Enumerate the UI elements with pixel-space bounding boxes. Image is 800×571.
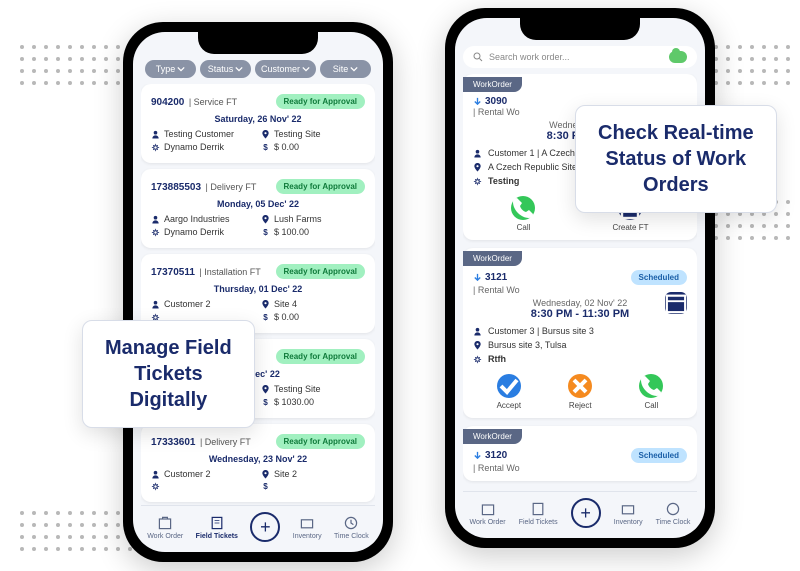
customer: Aargo Industries (151, 214, 255, 224)
ticket-date: Saturday, 26 Nov' 22 (151, 114, 365, 124)
nav-workorder[interactable]: Work Order (470, 501, 506, 526)
workorder-id: 3120 (473, 450, 507, 461)
bottom-nav: Work Order Field Tickets + Inventory Tim… (463, 491, 697, 530)
svg-text:$: $ (263, 313, 268, 322)
callout-right: Check Real-time Status of Work Orders (575, 105, 777, 213)
filter-site[interactable]: Site (320, 60, 371, 78)
site: Testing Site (261, 384, 365, 394)
amount: $$ 100.00 (261, 227, 365, 237)
dots-decor (20, 45, 132, 85)
customer: Customer 3 | Bursus site 3 (463, 324, 697, 338)
ticket-id: 17370511 (151, 267, 195, 278)
nav-fieldtickets[interactable]: Field Tickets (519, 501, 558, 526)
workorder-date: Wednesday, 02 Nov' 22 (463, 295, 697, 308)
customer: Customer 2 (151, 469, 255, 479)
ticket-date: Thursday, 01 Dec' 22 (151, 284, 365, 294)
nav-add[interactable]: + (250, 512, 280, 542)
workorder-time: 8:30 PM - 11:30 PM (463, 308, 697, 324)
svg-text:$: $ (263, 482, 268, 491)
user: Dynamo Derrik (151, 227, 255, 237)
workorder-tag: WorkOrder (463, 251, 522, 266)
site: Site 4 (261, 299, 365, 309)
workorder-subtype: | Rental Wo (463, 463, 697, 473)
notch (520, 18, 640, 40)
workorder-tag: WorkOrder (463, 429, 522, 444)
workorder-card[interactable]: WorkOrder 3120 Scheduled | Rental Wo (463, 426, 697, 481)
nav-fieldtickets[interactable]: Field Tickets (196, 515, 238, 540)
nav-timeclock[interactable]: Time Clock (656, 501, 691, 526)
calendar-icon[interactable] (665, 292, 687, 314)
callout-text: Manage Field Tickets Digitally (105, 335, 232, 413)
status-badge: Scheduled (631, 448, 687, 463)
ticket-card[interactable]: 17333601 | Delivery FTReady for Approval… (141, 424, 375, 502)
svg-text:$: $ (263, 228, 268, 237)
amount: $$ 0.00 (261, 312, 365, 322)
ticket-list: 904200 | Service FTReady for Approval Sa… (141, 84, 375, 505)
call-button[interactable]: Call (511, 196, 535, 232)
nav-inventory[interactable]: Inventory (614, 501, 643, 526)
nav-add[interactable]: + (571, 498, 601, 528)
status-badge: Ready for Approval (276, 264, 366, 279)
site: Bursus site 3, Tulsa (463, 338, 697, 352)
reject-button[interactable]: Reject (568, 374, 592, 410)
amount: $$ 1030.00 (261, 397, 365, 407)
site: Testing Site (261, 129, 365, 139)
search-placeholder: Search work order... (489, 52, 570, 62)
search-input[interactable]: Search work order... (463, 46, 697, 68)
accept-button[interactable]: Accept (497, 374, 521, 410)
filter-type[interactable]: Type (145, 60, 196, 78)
note: Rtfh (463, 352, 697, 366)
site: Site 2 (261, 469, 365, 479)
status-badge: Ready for Approval (276, 94, 366, 109)
bottom-nav: Work Order Field Tickets + Inventory Tim… (141, 505, 375, 544)
user: Dynamo Derrik (151, 142, 255, 152)
phone-left: Type Status Customer Site 904200 | Servi… (123, 22, 393, 562)
workorder-subtype: | Rental Wo (463, 285, 697, 295)
status-badge: Ready for Approval (276, 349, 366, 364)
filter-row: Type Status Customer Site (141, 60, 375, 78)
site: Lush Farms (261, 214, 365, 224)
customer: Testing Customer (151, 129, 255, 139)
user (151, 482, 255, 491)
ticket-date: Wednesday, 23 Nov' 22 (151, 454, 365, 464)
customer: Customer 2 (151, 299, 255, 309)
ticket-card[interactable]: 173885503 | Delivery FTReady for Approva… (141, 169, 375, 248)
call-button[interactable]: Call (639, 374, 663, 410)
filter-customer[interactable]: Customer (255, 60, 316, 78)
cloud-icon (669, 51, 687, 63)
status-badge: Ready for Approval (276, 179, 366, 194)
nav-workorder[interactable]: Work Order (147, 515, 183, 540)
status-badge: Scheduled (631, 270, 687, 285)
workorder-id: 3121 (473, 272, 507, 283)
workorder-card[interactable]: WorkOrder 3121 Scheduled | Rental Wo Wedn… (463, 248, 697, 418)
ticket-card[interactable]: 904200 | Service FTReady for Approval Sa… (141, 84, 375, 163)
amount: $ (261, 482, 365, 491)
notch (198, 32, 318, 54)
ticket-id: 904200 (151, 97, 184, 108)
search-icon (473, 52, 483, 62)
ticket-id: 17333601 (151, 437, 196, 448)
status-badge: Ready for Approval (276, 434, 366, 449)
svg-text:$: $ (263, 398, 268, 407)
dots-decor (20, 511, 132, 551)
workorder-tag: WorkOrder (463, 77, 522, 92)
ticket-id: 173885503 (151, 182, 201, 193)
amount: $$ 0.00 (261, 142, 365, 152)
nav-timeclock[interactable]: Time Clock (334, 515, 369, 540)
svg-text:$: $ (263, 143, 268, 152)
callout-left: Manage Field Tickets Digitally (82, 320, 255, 428)
nav-inventory[interactable]: Inventory (293, 515, 322, 540)
workorder-id: 3090 (473, 96, 507, 107)
callout-text: Check Real-time Status of Work Orders (598, 120, 754, 198)
phone-right: Search work order... WorkOrder 3090 | Re… (445, 8, 715, 548)
ticket-date: Monday, 05 Dec' 22 (151, 199, 365, 209)
filter-status[interactable]: Status (200, 60, 251, 78)
